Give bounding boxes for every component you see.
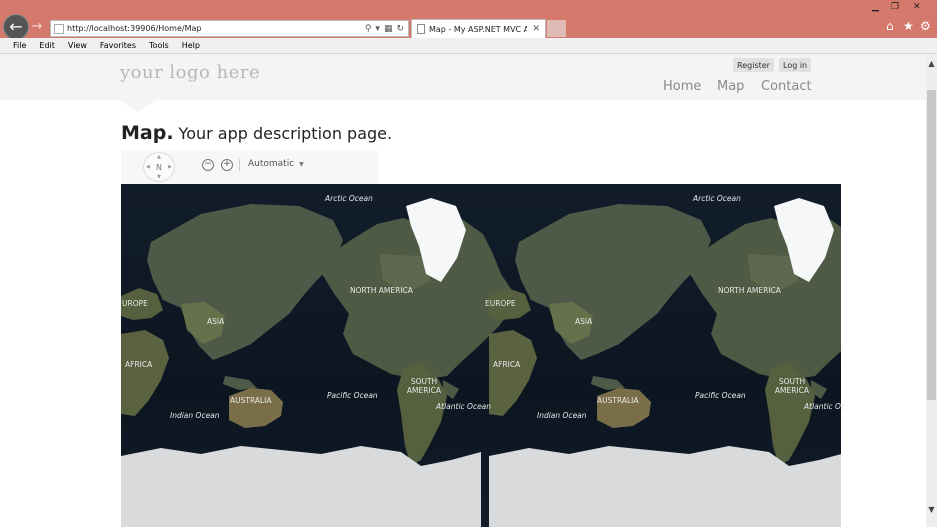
map-label-atlantic-ocean: Atlantic Oc [804, 402, 846, 411]
arrow-left-icon[interactable]: ◀ [146, 164, 150, 170]
forward-button[interactable]: → [30, 19, 44, 33]
site-header: your logo here Register Log in Home Map … [0, 54, 926, 100]
map-label-arctic-ocean: Arctic Ocean [325, 194, 373, 203]
map-label-south-america: SOUTH AMERICA [406, 377, 442, 395]
tab-title: Map - My ASP.NET MVC A... [429, 24, 528, 34]
menu-tools[interactable]: Tools [149, 41, 169, 50]
address-bar[interactable]: http://localhost:39906/Home/Map ⚲ ▾ ▦ ↻ [50, 20, 409, 37]
arrow-up-icon[interactable]: ▲ [157, 154, 161, 160]
compatibility-icon[interactable]: ▦ [384, 24, 393, 34]
map-label-indian-ocean: Indian Ocean [170, 411, 220, 420]
scrollbar-thumb[interactable] [927, 90, 936, 400]
gear-icon[interactable]: ⚙ [920, 19, 931, 33]
page-title: Map. Your app description page. [121, 122, 392, 144]
maximize-icon[interactable]: ❐ [891, 2, 899, 12]
compass-control[interactable]: ▲ ▼ ◀ ▶ N [143, 152, 175, 182]
menu-file[interactable]: File [13, 41, 26, 50]
close-window-icon[interactable]: ✕ [913, 2, 921, 12]
map-canvas[interactable]: Arctic Ocean NORTH AMERICA UROPE ASIA AF… [121, 184, 882, 527]
compass-north-label: N [156, 162, 162, 172]
map-label-asia: ASIA [575, 317, 593, 326]
page-icon [54, 23, 64, 34]
login-link[interactable]: Log in [779, 58, 812, 72]
site-logo[interactable]: your logo here [120, 62, 260, 83]
map-label-asia: ASIA [207, 317, 225, 326]
map-type-dropdown[interactable]: Automatic ▼ [248, 159, 304, 169]
menu-bar: File Edit View Favorites Tools Help [0, 38, 937, 54]
map-label-pacific-ocean: Pacific Ocean [695, 391, 746, 400]
search-icon[interactable]: ⚲ [365, 24, 372, 34]
zoom-out-button[interactable]: − [202, 159, 214, 171]
header-notch [120, 100, 156, 112]
arrow-left-icon: ← [9, 17, 23, 36]
menu-help[interactable]: Help [182, 41, 200, 50]
arrow-right-icon[interactable]: ▶ [168, 164, 172, 170]
chevron-down-icon: ▼ [299, 161, 304, 168]
arrow-right-icon: → [31, 18, 43, 34]
nav-map[interactable]: Map [717, 79, 744, 94]
map-control[interactable]: ▲ ▼ ◀ ▶ N − + Automatic ▼ Arctic Ocean N… [121, 150, 882, 527]
map-label-europe: UROPE [122, 299, 148, 308]
dropdown-icon[interactable]: ▾ [375, 24, 380, 34]
page-title-main: Map. [121, 122, 174, 144]
map-label-south-america: SOUTH AMERICA [774, 377, 810, 395]
vertical-scrollbar[interactable]: ▲ ▼ [926, 54, 937, 527]
map-label-north-america: NORTH AMERICA [350, 286, 413, 295]
nav-contact[interactable]: Contact [761, 79, 812, 94]
zoom-in-button[interactable]: + [221, 159, 233, 171]
map-label-africa: AFRICA [493, 360, 521, 369]
url-text[interactable]: http://localhost:39906/Home/Map [67, 24, 365, 33]
home-icon[interactable]: ⌂ [886, 19, 894, 33]
map-label-australia: AUSTRALIA [597, 396, 639, 405]
scroll-down-icon[interactable]: ▼ [926, 504, 937, 516]
nav-home[interactable]: Home [663, 79, 701, 94]
back-button[interactable]: ← [3, 14, 29, 40]
map-label-australia: AUSTRALIA [230, 396, 272, 405]
toolbar-divider [239, 159, 240, 171]
map-label-indian-ocean: Indian Ocean [537, 411, 587, 420]
new-tab-button[interactable] [547, 20, 566, 37]
map-toolbar: ▲ ▼ ◀ ▶ N − + Automatic ▼ [121, 150, 378, 184]
browser-tab[interactable]: Map - My ASP.NET MVC A... ✕ [411, 19, 546, 38]
star-icon[interactable]: ★ [903, 19, 914, 33]
refresh-icon[interactable]: ↻ [396, 24, 404, 34]
map-label-pacific-ocean: Pacific Ocean [327, 391, 378, 400]
world-map-imagery[interactable] [121, 184, 882, 527]
menu-view[interactable]: View [68, 41, 87, 50]
page-viewport: your logo here Register Log in Home Map … [0, 54, 926, 527]
menu-favorites[interactable]: Favorites [100, 41, 136, 50]
map-label-north-america: NORTH AMERICA [718, 286, 781, 295]
map-label-africa: AFRICA [125, 360, 153, 369]
page-title-description: Your app description page. [178, 124, 393, 143]
arrow-down-icon[interactable]: ▼ [157, 174, 161, 180]
browser-titlebar: ← → http://localhost:39906/Home/Map ⚲ ▾ … [0, 0, 937, 40]
map-label-arctic-ocean: Arctic Ocean [693, 194, 741, 203]
map-label-europe: EUROPE [485, 299, 516, 308]
close-tab-icon[interactable]: ✕ [532, 24, 540, 34]
map-label-atlantic-ocean: Atlantic Ocean [436, 402, 492, 411]
minimize-icon[interactable]: ▁ [872, 2, 879, 12]
page-icon [417, 24, 425, 34]
register-link[interactable]: Register [733, 58, 774, 72]
menu-edit[interactable]: Edit [39, 41, 55, 50]
scroll-up-icon[interactable]: ▲ [926, 58, 937, 70]
map-type-label: Automatic [248, 159, 295, 169]
